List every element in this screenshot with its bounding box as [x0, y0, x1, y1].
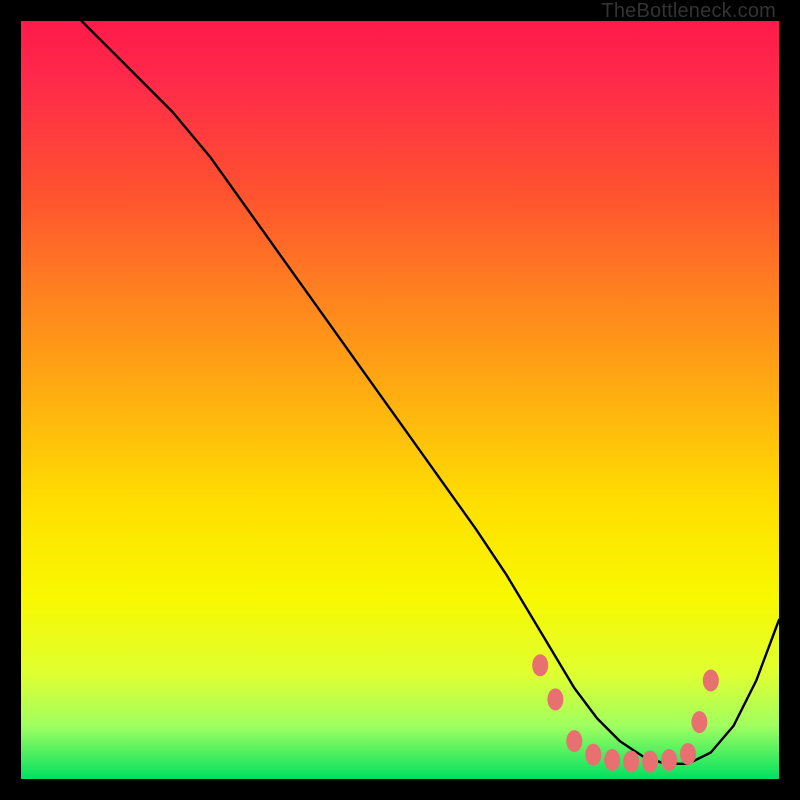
- watermark-label: TheBottleneck.com: [601, 0, 776, 23]
- chart-gradient-area: [21, 21, 779, 779]
